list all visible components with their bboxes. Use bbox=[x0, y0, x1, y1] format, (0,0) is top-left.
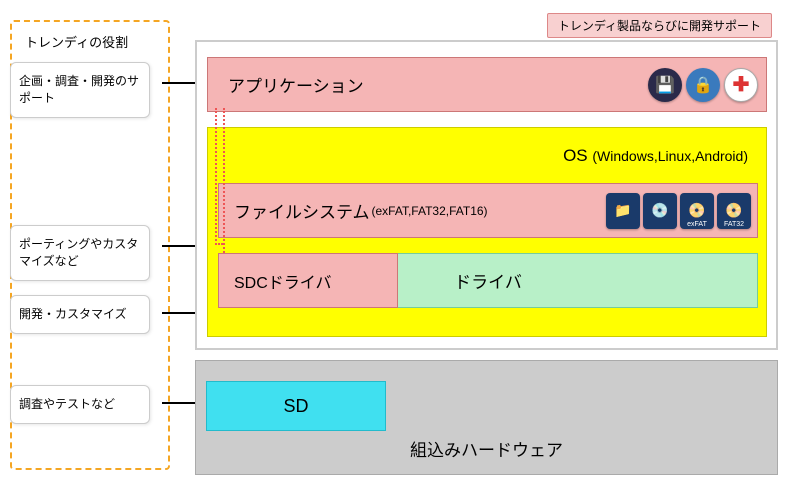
sdc-driver-layer: SDCドライバ bbox=[218, 253, 398, 308]
role-test: 調査やテストなど bbox=[10, 385, 150, 424]
os-layer: OS (Windows,Linux,Android) ファイルシステム (exF… bbox=[207, 127, 767, 337]
fs-icon: 📁 bbox=[606, 193, 640, 229]
filesystem-label: ファイルシステム bbox=[234, 198, 370, 223]
header-label: トレンディ製品ならびに開発サポート bbox=[547, 13, 772, 38]
fs-exfat-icon: 📀exFAT bbox=[680, 193, 714, 229]
role-planning: 企画・調査・開発のサポート bbox=[10, 62, 150, 118]
sdc-label: SDCドライバ bbox=[234, 269, 331, 293]
software-stack-box: アプリケーション 💾 🔒 ✚ OS (Windows,Linux,Android… bbox=[195, 40, 778, 350]
lock-icon: 🔒 bbox=[686, 68, 720, 102]
filesystem-layer: ファイルシステム (exFAT,FAT32,FAT16) 📁 💿 📀exFAT … bbox=[218, 183, 758, 238]
connector-line bbox=[215, 108, 223, 245]
plus-icon: ✚ bbox=[724, 68, 758, 102]
application-label: アプリケーション bbox=[228, 72, 364, 97]
fs-icon-row: 📁 💿 📀exFAT 📀FAT32 bbox=[606, 193, 751, 229]
role-porting: ポーティングやカスタマイズなど bbox=[10, 225, 150, 281]
disk-icon: 💾 bbox=[648, 68, 682, 102]
sd-label: SD bbox=[283, 396, 308, 417]
role-title: トレンディの役割 bbox=[20, 32, 160, 51]
fs-fat32-icon: 📀FAT32 bbox=[717, 193, 751, 229]
sd-layer: SD bbox=[206, 381, 386, 431]
fs-icon: 💿 bbox=[643, 193, 677, 229]
os-label: OS (Windows,Linux,Android) bbox=[563, 146, 748, 166]
app-icon-row: 💾 🔒 ✚ bbox=[648, 68, 758, 102]
role-develop: 開発・カスタマイズ bbox=[10, 295, 150, 334]
hardware-label: 組込みハードウェア bbox=[410, 436, 563, 461]
application-layer: アプリケーション 💾 🔒 ✚ bbox=[207, 57, 767, 112]
filesystem-sub: (exFAT,FAT32,FAT16) bbox=[372, 204, 488, 218]
driver-label: ドライバ bbox=[454, 268, 522, 293]
hardware-box: SD 組込みハードウェア bbox=[195, 360, 778, 475]
